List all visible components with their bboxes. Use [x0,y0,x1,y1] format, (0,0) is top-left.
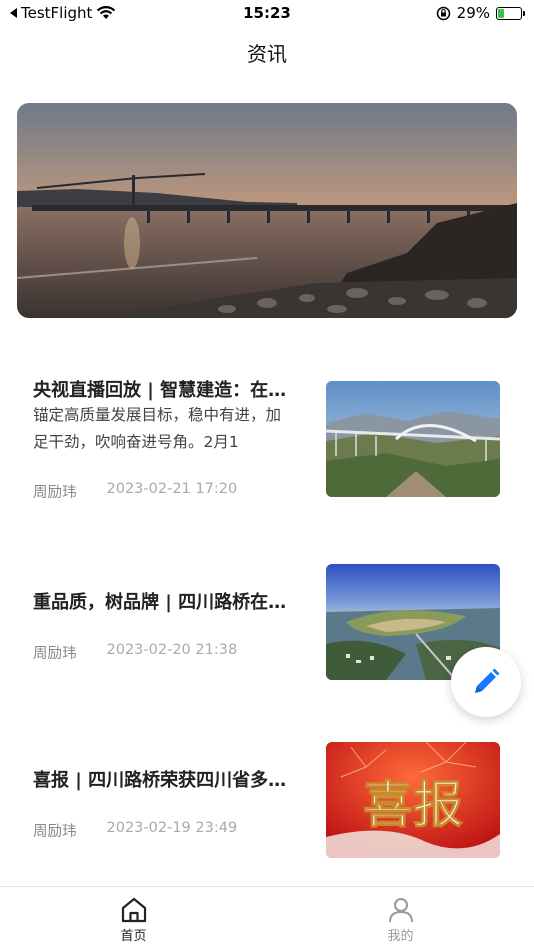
news-author: 周励玮 [33,485,77,501]
pencil-icon [475,668,500,693]
news-date: 2023-02-20 21:38 [106,642,238,658]
news-item[interactable]: 喜报 | 四川路桥荣获四川省多项荣誉 周励玮 2023-02-19 23:49 … [0,742,534,858]
news-author: 周励玮 [33,646,77,662]
river-bridge-sunset-photo [17,103,517,318]
news-author: 周励玮 [33,824,77,840]
news-title: 重品质，树品牌 | 四川路桥在行动 [33,592,293,613]
home-icon [121,897,146,923]
news-thumbnail: 喜报 [326,742,500,858]
user-icon [388,898,413,923]
rotation-lock-icon [436,6,450,20]
compose-button[interactable] [451,647,521,717]
news-title: 央视直播回放 | 智慧建造：在秦巴山区看“超级工程” [33,380,293,401]
news-item[interactable]: 重品质，树品牌 | 四川路桥在行动 周励玮 2023-02-20 21:38 [0,564,534,680]
banner-image[interactable] [17,103,517,318]
tab-home[interactable]: 首页 [0,887,267,950]
news-date: 2023-02-19 23:49 [106,820,238,836]
battery-percent: 29% [456,4,490,22]
tab-home-label: 首页 [120,929,147,944]
battery-icon [496,6,525,20]
tab-profile[interactable]: 我的 [267,887,534,950]
thumb-text: 喜报 [363,775,463,834]
status-bar: TestFlight 15:23 29% [0,0,534,28]
news-item[interactable]: 央视直播回放 | 智慧建造：在秦巴山区看“超级工程” 锚定高质量发展目标，稳中有… [0,368,534,501]
tab-profile-label: 我的 [387,929,414,944]
news-summary: 锚定高质量发展目标，稳中有进，加足干劲，吹响奋进号角。2月1 [33,406,282,451]
red-celebration-banner: 喜报 [326,742,500,858]
news-thumbnail [326,381,500,497]
news-title: 喜报 | 四川路桥荣获四川省多项荣誉 [33,770,293,791]
arch-bridge-valley-photo [326,381,500,497]
tab-bar: 首页 我的 [0,886,534,950]
news-date: 2023-02-21 17:20 [106,481,238,497]
page-title: 资讯 [247,42,287,66]
